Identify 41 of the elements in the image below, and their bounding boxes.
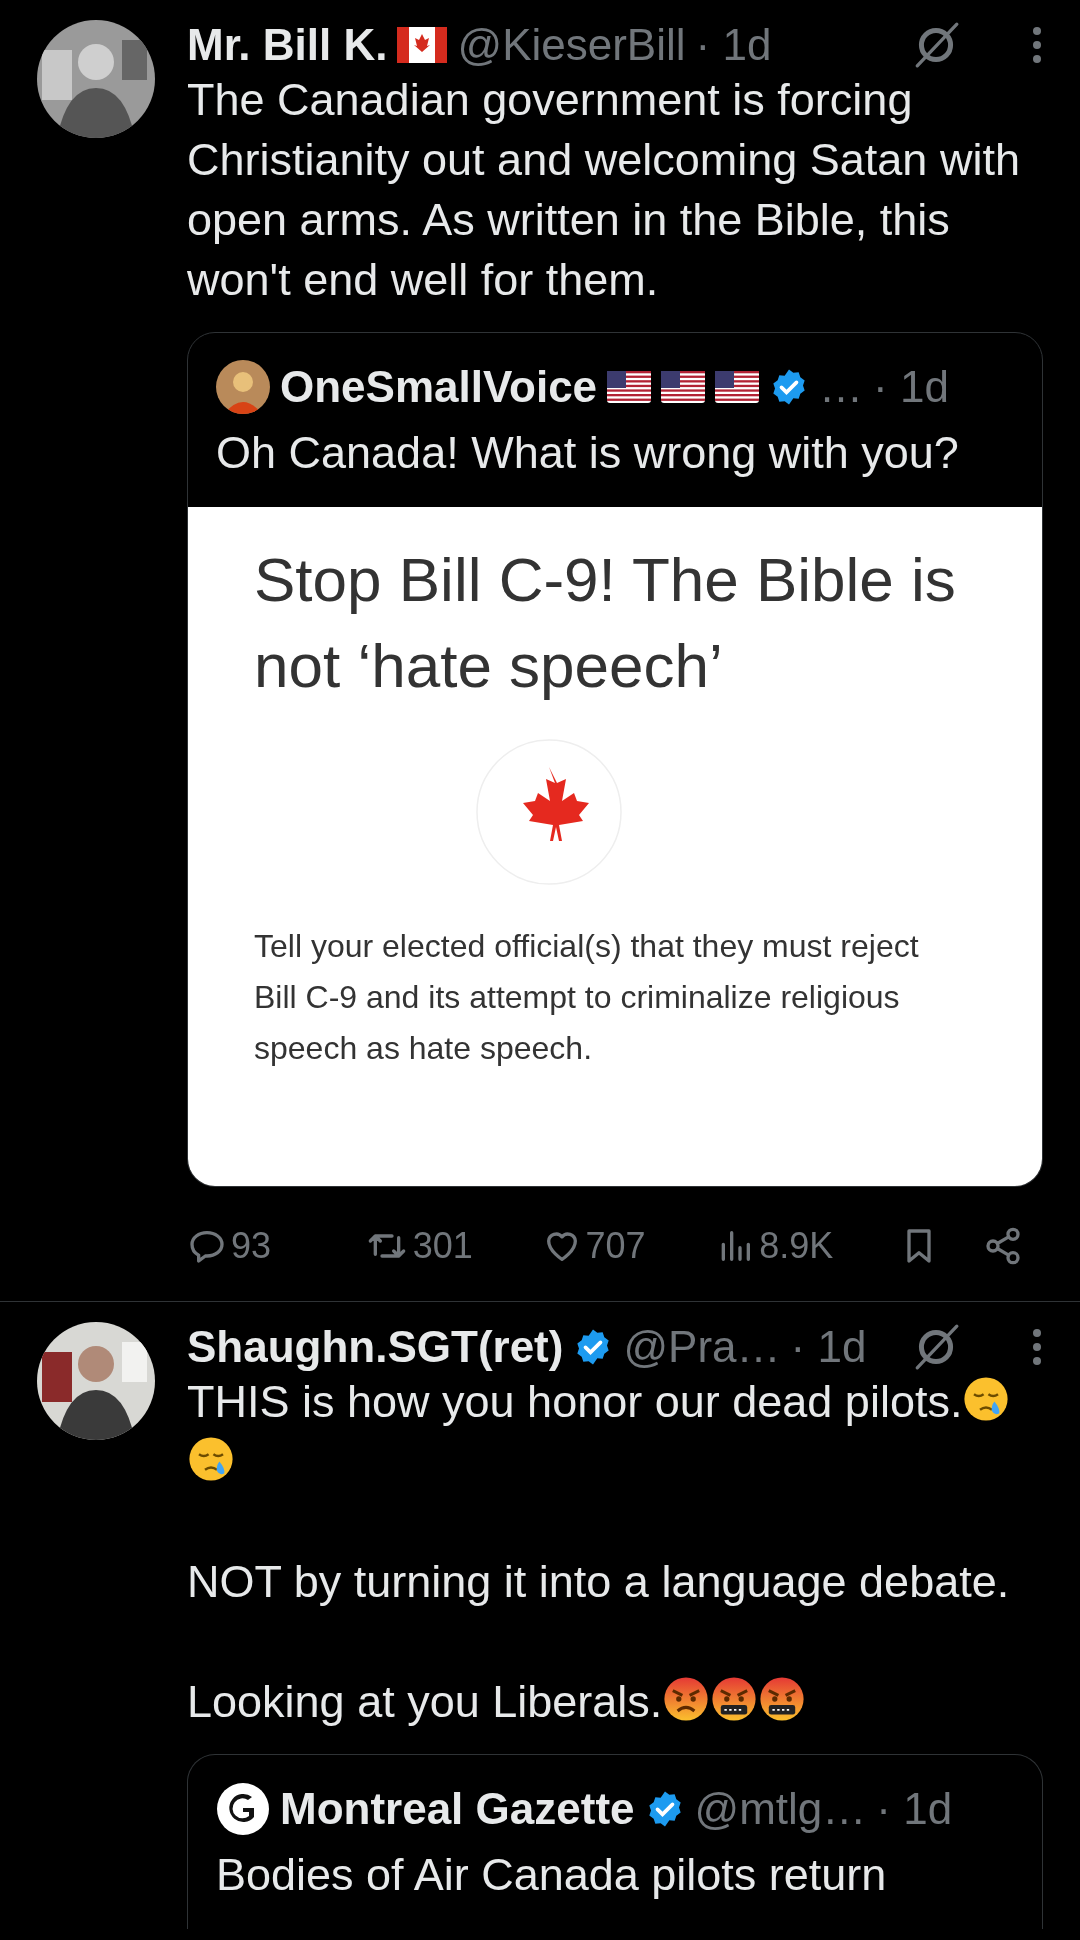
cursing-face-icon xyxy=(758,1675,807,1723)
author-handle[interactable]: … xyxy=(819,362,864,412)
document-headline: Stop Bill C-9! The Bible is not ‘hate speech’ xyxy=(254,544,957,702)
author-handle[interactable]: @mtlg… xyxy=(694,1784,867,1834)
post-time: · 1d xyxy=(876,1784,953,1834)
post-text: The Canadian government is forcing Christianity out and welcoming Satan with open arms. As written in the Bible, this won't end well for them. xyxy=(187,73,1021,307)
angry-face-icon xyxy=(662,1675,711,1723)
author-handle[interactable]: @Pra… xyxy=(623,1322,781,1372)
crying-face-icon xyxy=(187,1435,235,1483)
avatar[interactable] xyxy=(216,1782,270,1836)
quoted-post[interactable]: Montreal Gazette @mtlg… · 1d Bodies of Air Canada pilots return xyxy=(187,1754,1043,1929)
post-time: · 1d xyxy=(790,1322,867,1372)
post-text: THIS is how you honor our dead pilots. xyxy=(187,1372,1043,1492)
maple-leaf-icon xyxy=(476,739,622,885)
author-name[interactable]: Montreal Gazette xyxy=(280,1784,635,1834)
cursing-face-icon xyxy=(710,1675,759,1723)
us-flag-icon xyxy=(607,371,652,403)
reply-button[interactable]: 93 xyxy=(187,1225,365,1267)
author-name[interactable]: OneSmallVoice xyxy=(280,362,598,412)
us-flag-icon xyxy=(661,371,706,403)
quoted-text: Bodies of Air Canada pilots return xyxy=(215,1848,888,1902)
repost-button[interactable]: 301 xyxy=(364,1225,542,1267)
post-time: · 1d xyxy=(695,20,772,70)
avatar[interactable] xyxy=(216,360,270,414)
quoted-text: Oh Canada! What is wrong with you? xyxy=(215,426,960,480)
author-handle[interactable]: @KieserBill xyxy=(457,20,686,70)
document-text: Tell your elected official(s) that they must reject Bill C-9 and its attempt to criminalize religious speech as hate speech. xyxy=(254,927,920,1068)
like-button[interactable]: 707 xyxy=(541,1225,716,1267)
quoted-post[interactable] xyxy=(187,332,1043,1187)
post-time: · 1d xyxy=(873,362,949,412)
post-text: NOT by turning it into a language debate. xyxy=(187,1555,1011,1609)
post-text: Looking at you Liberals. xyxy=(187,1672,1043,1732)
canada-flag-icon xyxy=(397,27,448,63)
more-icon[interactable] xyxy=(1031,1327,1043,1367)
us-flag-icon xyxy=(715,371,760,403)
author-name[interactable]: Mr. Bill K. xyxy=(187,20,388,70)
more-icon[interactable] xyxy=(1031,25,1043,65)
author-name[interactable]: Shaughn.SGT(ret) xyxy=(187,1322,564,1372)
document-image[interactable]: Stop Bill C-9! The Bible is not ‘hate speech’ Tell your elected official(s) that they must reject Bill C-9 and its attempt to criminalize religious speech as hate speech. xyxy=(188,507,1042,1186)
crying-face-icon xyxy=(962,1375,1011,1423)
views-button[interactable]: 8.9K xyxy=(715,1225,899,1267)
